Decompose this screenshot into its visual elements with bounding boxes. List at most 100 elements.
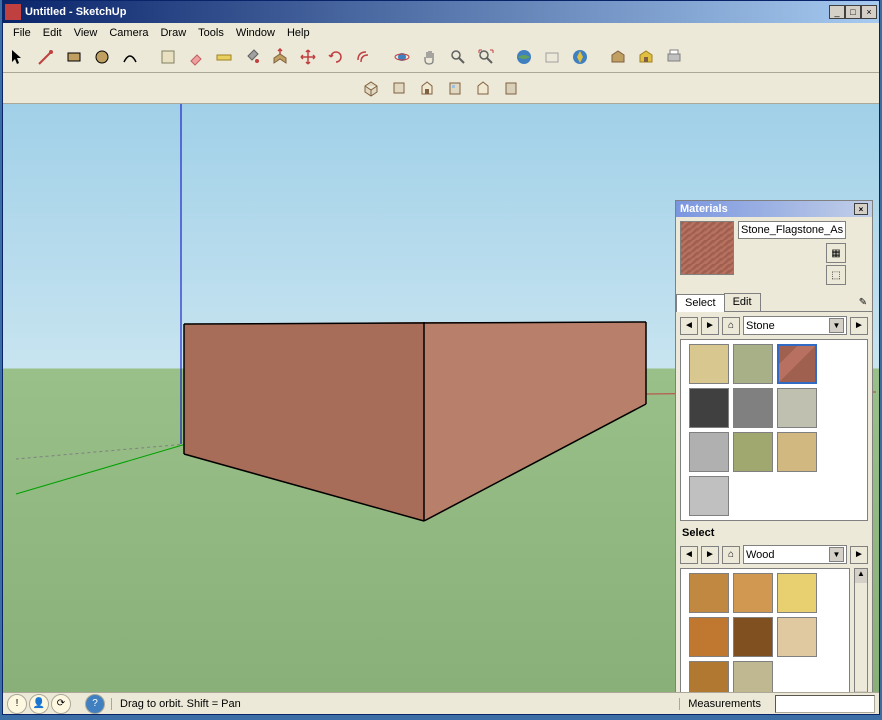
sample-paint-button[interactable]: ✎ (854, 293, 872, 311)
wood-swatch-1[interactable] (733, 573, 773, 613)
chevron-down-icon: ▼ (829, 547, 844, 562)
rotate-tool[interactable] (323, 44, 349, 70)
paint-bucket-tool[interactable] (239, 44, 265, 70)
materials-title-text: Materials (680, 203, 728, 215)
zoom-tool[interactable] (445, 44, 471, 70)
eraser-tool[interactable] (183, 44, 209, 70)
material-preview[interactable] (680, 221, 734, 275)
menu-tools[interactable]: Tools (192, 25, 230, 41)
maximize-button[interactable]: □ (845, 5, 861, 19)
wood-swatch-grid (680, 568, 850, 706)
tab-edit[interactable]: Edit (724, 293, 761, 311)
set-default-button[interactable]: ⬚ (826, 265, 846, 285)
get-models-tool[interactable] (511, 44, 537, 70)
credits-icon[interactable]: 👤 (29, 694, 49, 714)
wood-swatch-0[interactable] (689, 573, 729, 613)
secondary-toolbar (3, 73, 879, 104)
select-section-label: Select (676, 525, 872, 541)
nav-forward-button[interactable]: ► (701, 317, 719, 335)
category-label: Stone (746, 320, 775, 332)
measurements-input[interactable] (775, 695, 875, 713)
scroll-up-button[interactable]: ▲ (855, 569, 867, 583)
category-label-2: Wood (746, 549, 775, 561)
menubar: File Edit View Camera Draw Tools Window … (3, 23, 879, 42)
stone-swatch-4[interactable] (733, 388, 773, 428)
offset-tool[interactable] (351, 44, 377, 70)
select-tool[interactable] (5, 44, 31, 70)
material-name-input[interactable] (738, 221, 846, 239)
circle-tool[interactable] (89, 44, 115, 70)
nav-home-button-2[interactable]: ⌂ (722, 546, 740, 564)
nav-home-button[interactable]: ⌂ (722, 317, 740, 335)
chevron-down-icon: ▼ (829, 318, 844, 333)
material-tabs: Select Edit ✎ (676, 293, 872, 312)
stone-swatch-3[interactable] (689, 388, 729, 428)
stone-swatch-6[interactable] (689, 432, 729, 472)
geo-location-icon[interactable]: ! (7, 694, 27, 714)
statusbar: ! 👤 ⟳ ? Drag to orbit. Shift = Pan Measu… (3, 692, 879, 714)
materials-panel: Materials × ▦ ⬚ Select Edit ✎ (675, 200, 873, 711)
titlebar: Untitled - SketchUp _ □ × (3, 1, 879, 23)
tab-select[interactable]: Select (676, 294, 725, 312)
help-icon[interactable]: ? (85, 694, 105, 714)
make-component-tool[interactable] (155, 44, 181, 70)
status-hint: Drag to orbit. Shift = Pan (111, 698, 677, 710)
menu-edit[interactable]: Edit (37, 25, 68, 41)
minimize-button[interactable]: _ (829, 5, 845, 19)
warehouse-tool[interactable] (605, 44, 631, 70)
right-view-tool[interactable] (442, 75, 468, 101)
materials-close-button[interactable]: × (854, 203, 868, 215)
back-view-tool[interactable] (470, 75, 496, 101)
wood-swatch-4[interactable] (733, 617, 773, 657)
app-icon (5, 4, 21, 20)
stone-swatch-0[interactable] (689, 344, 729, 384)
brick-box[interactable] (184, 322, 646, 521)
details-button-2[interactable]: ► (850, 546, 868, 564)
stone-swatch-1[interactable] (733, 344, 773, 384)
close-button[interactable]: × (861, 5, 877, 19)
claim-credit-icon[interactable]: ⟳ (51, 694, 71, 714)
rectangle-tool[interactable] (61, 44, 87, 70)
main-toolbar (3, 42, 879, 73)
wood-swatch-5[interactable] (777, 617, 817, 657)
pan-tool[interactable] (417, 44, 443, 70)
stone-swatch-grid (680, 339, 868, 521)
menu-file[interactable]: File (7, 25, 37, 41)
menu-window[interactable]: Window (230, 25, 281, 41)
nav-back-button[interactable]: ◄ (680, 317, 698, 335)
wood-swatch-3[interactable] (689, 617, 729, 657)
left-view-tool[interactable] (498, 75, 524, 101)
get-photo-texture-tool[interactable] (567, 44, 593, 70)
stone-swatch-7[interactable] (733, 432, 773, 472)
category-dropdown-wood[interactable]: Wood ▼ (743, 545, 847, 564)
stone-swatch-9[interactable] (689, 476, 729, 516)
3d-viewport[interactable]: Materials × ▦ ⬚ Select Edit ✎ (3, 104, 879, 692)
details-button[interactable]: ► (850, 317, 868, 335)
front-view-tool[interactable] (414, 75, 440, 101)
menu-help[interactable]: Help (281, 25, 316, 41)
iso-view-tool[interactable] (358, 75, 384, 101)
menu-camera[interactable]: Camera (103, 25, 154, 41)
orbit-tool[interactable] (389, 44, 415, 70)
zoom-extents-tool[interactable] (473, 44, 499, 70)
print-tool[interactable] (661, 44, 687, 70)
tape-measure-tool[interactable] (211, 44, 237, 70)
create-material-button[interactable]: ▦ (826, 243, 846, 263)
menu-view[interactable]: View (68, 25, 104, 41)
materials-panel-title[interactable]: Materials × (676, 201, 872, 217)
nav-forward-button-2[interactable]: ► (701, 546, 719, 564)
push-pull-tool[interactable] (267, 44, 293, 70)
line-tool[interactable] (33, 44, 59, 70)
top-view-tool[interactable] (386, 75, 412, 101)
category-dropdown-stone[interactable]: Stone ▼ (743, 316, 847, 335)
nav-back-button-2[interactable]: ◄ (680, 546, 698, 564)
arc-tool[interactable] (117, 44, 143, 70)
stone-swatch-5[interactable] (777, 388, 817, 428)
menu-draw[interactable]: Draw (154, 25, 192, 41)
stone-swatch-2[interactable] (777, 344, 817, 384)
wood-swatch-2[interactable] (777, 573, 817, 613)
share-model-tool[interactable] (539, 44, 565, 70)
move-tool[interactable] (295, 44, 321, 70)
stone-swatch-8[interactable] (777, 432, 817, 472)
extension-warehouse-tool[interactable] (633, 44, 659, 70)
